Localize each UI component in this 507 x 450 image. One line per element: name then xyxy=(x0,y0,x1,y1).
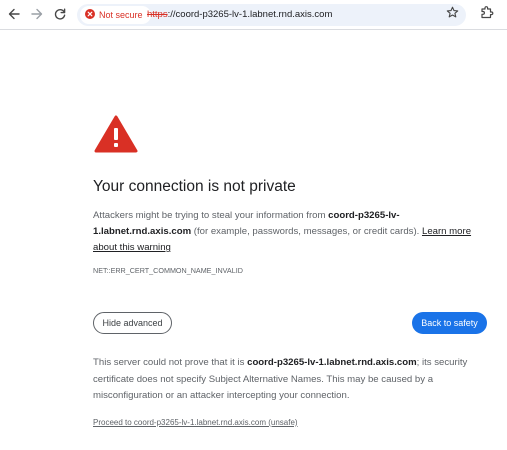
extensions-button[interactable] xyxy=(477,4,497,24)
details-prefix: This server could not prove that it is xyxy=(93,357,248,368)
address-bar[interactable]: Not secure https://coord-p3265-lv-1.labn… xyxy=(77,4,466,26)
star-icon xyxy=(446,6,459,24)
puzzle-icon xyxy=(480,5,494,24)
warning-triangle-icon xyxy=(93,114,139,154)
hide-advanced-button[interactable]: Hide advanced xyxy=(93,312,172,334)
arrow-left-icon xyxy=(7,7,21,21)
details-host: coord-p3265-lv-1.labnet.rnd.axis.com xyxy=(247,357,417,368)
arrow-right-icon xyxy=(30,7,44,21)
url-scheme: https xyxy=(147,9,168,20)
back-to-safety-button[interactable]: Back to safety xyxy=(412,312,487,334)
url-host: coord-p3265-lv-1.labnet.rnd.axis.com xyxy=(175,9,333,20)
explanation-prefix: Attackers might be trying to steal your … xyxy=(93,210,329,221)
security-chip-label: Not secure xyxy=(99,10,143,20)
details-text: This server could not prove that it is c… xyxy=(93,355,487,405)
forward-button[interactable] xyxy=(26,3,48,25)
error-circle-icon xyxy=(85,6,95,24)
bookmark-button[interactable] xyxy=(444,6,460,24)
url-text[interactable]: https://coord-p3265-lv-1.labnet.rnd.axis… xyxy=(147,4,332,26)
explanation-text: Attackers might be trying to steal your … xyxy=(93,208,483,256)
explanation-suffix: (for example, passwords, messages, or cr… xyxy=(191,226,422,237)
reload-button[interactable] xyxy=(49,3,71,25)
security-chip[interactable]: Not secure xyxy=(80,6,151,24)
browser-toolbar: Not secure https://coord-p3265-lv-1.labn… xyxy=(0,0,507,30)
url-separator: :// xyxy=(167,9,176,20)
error-code: NET::ERR_CERT_COMMON_NAME_INVALID xyxy=(93,266,243,275)
page-title: Your connection is not private xyxy=(93,178,296,195)
reload-icon xyxy=(53,7,67,21)
back-button[interactable] xyxy=(3,3,25,25)
proceed-unsafe-link[interactable]: Proceed to coord-p3265-lv-1.labnet.rnd.a… xyxy=(93,418,298,427)
